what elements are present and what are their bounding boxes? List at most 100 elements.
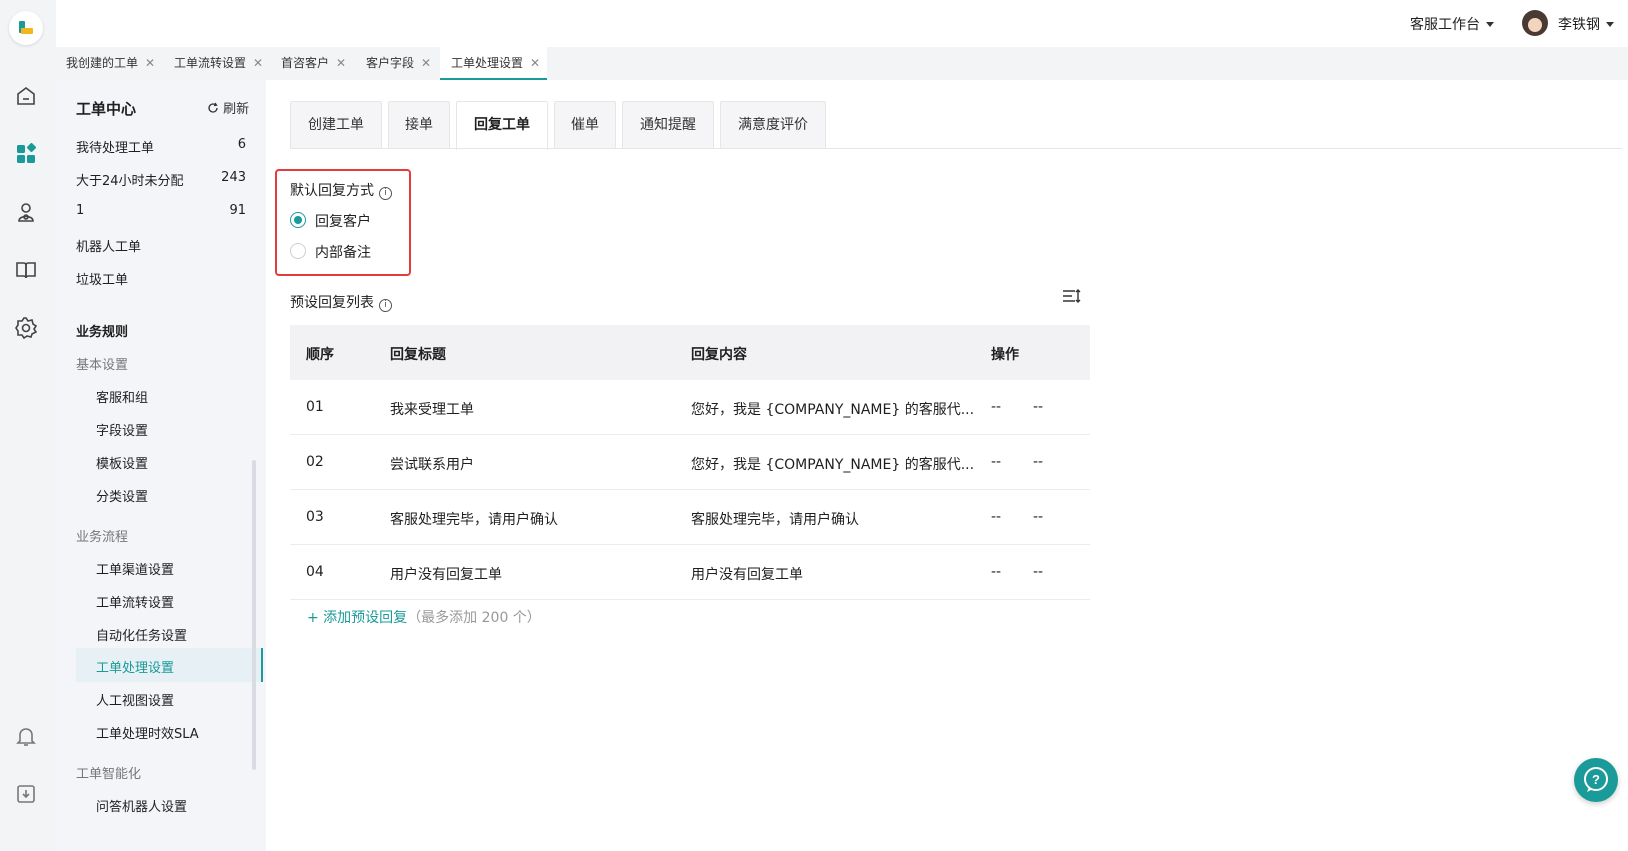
cell-title: 我来受理工单 [390,402,474,418]
radio-label: 回复客户 [315,214,371,230]
customer-icon[interactable] [14,200,38,224]
close-icon[interactable]: ✕ [336,56,346,70]
bell-icon[interactable] [14,724,38,748]
dashboard-icon[interactable] [14,142,38,166]
table-row[interactable]: 03 客服处理完毕，请用户确认 客服处理完毕，请用户确认 -- -- [290,490,1090,545]
info-icon[interactable]: i [379,299,392,312]
cell-content: 用户没有回复工单 [691,567,803,583]
chat-fab-button[interactable]: ? [1574,758,1618,802]
queue-label: 大于24小时未分配 [76,174,184,189]
radio-label: 内部备注 [315,245,371,261]
table-row[interactable]: 04 用户没有回复工单 用户没有回复工单 -- -- [290,545,1090,600]
cell-content: 您好，我是 {COMPANY_NAME} 的客服代... [691,457,975,473]
main-content: 创建工单 接单 回复工单 催单 通知提醒 满意度评价 默认回复方式 i 回复客户 … [266,80,1628,851]
sidebar-item[interactable]: 人工视图设置 [96,690,174,709]
queue-item[interactable]: 1 91 [76,203,246,218]
table-row[interactable]: 01 我来受理工单 您好，我是 {COMPANY_NAME} 的客服代... -… [290,380,1090,435]
action-edit[interactable]: -- [991,454,1001,470]
sidebar-item[interactable]: 自动化任务设置 [96,625,187,644]
icon-rail [0,0,56,851]
action-delete[interactable]: -- [1033,399,1043,415]
sidebar-item[interactable]: 字段设置 [96,420,148,439]
sidebar-item[interactable]: 工单流转设置 [96,592,174,611]
home-icon[interactable] [14,84,38,108]
tab-satisfaction[interactable]: 满意度评价 [720,101,826,149]
tab-divider [290,148,1622,149]
tab-reply[interactable]: 回复工单 [456,101,548,150]
tab-accept[interactable]: 接单 [388,101,450,149]
sidebar-item[interactable]: 客服和组 [96,387,148,406]
page-tab-active[interactable]: 工单处理设置 ✕ [440,47,547,80]
info-icon[interactable]: i [379,187,392,200]
queue-count: 91 [229,203,246,218]
close-icon[interactable]: ✕ [421,56,431,70]
queue-item[interactable]: 大于24小时未分配 243 [76,170,246,189]
refresh-label: 刷新 [223,102,250,117]
sidebar-item[interactable]: 分类设置 [96,486,148,505]
page-tab-label: 首咨客户 [281,56,330,70]
radio-reply-customer[interactable] [290,212,306,228]
logo-icon[interactable] [9,11,43,45]
queue-label: 我待处理工单 [76,141,155,156]
refresh-button[interactable]: 刷新 [207,98,249,117]
workspace-dropdown[interactable]: 客服工作台 [1410,14,1494,34]
book-icon[interactable] [14,258,38,282]
page-tab[interactable]: 我创建的工单 ✕ [66,47,155,80]
sidebar-scrollbar[interactable] [252,460,256,770]
page-tab-label: 客户字段 [366,56,415,70]
queue-item[interactable]: 我待处理工单 6 [76,137,246,156]
sidebar-item-active[interactable]: 工单处理设置 [96,657,174,676]
avatar[interactable] [1522,10,1548,36]
page-tab-label: 我创建的工单 [66,56,139,70]
tab-urge[interactable]: 催单 [554,101,616,149]
column-settings-icon[interactable] [1060,285,1082,307]
preset-list-label: 预设回复列表 i [290,292,392,312]
tab-create[interactable]: 创建工单 [290,101,382,149]
action-delete[interactable]: -- [1033,454,1043,470]
page-tab[interactable]: 首咨客户 ✕ [281,47,346,80]
add-preset-button[interactable]: + 添加预设回复（最多添加 200 个） [307,607,541,627]
queue-item[interactable]: 垃圾工单 [76,269,246,288]
group-flow[interactable]: 业务流程 [76,526,128,545]
sidebar: 工单中心 刷新 我待处理工单 6 大于24小时未分配 243 1 91 机器人工单 垃… [56,80,266,851]
cell-title: 客服处理完毕，请用户确认 [390,512,558,528]
close-icon[interactable]: ✕ [253,56,263,70]
page-tab[interactable]: 客户字段 ✕ [366,47,431,80]
sidebar-item[interactable]: 模板设置 [96,453,148,472]
action-delete[interactable]: -- [1033,509,1043,525]
radio-internal-note[interactable] [290,243,306,259]
add-preset-label: + 添加预设回复 [307,610,408,626]
close-icon[interactable]: ✕ [530,56,540,70]
cell-content: 客服处理完毕，请用户确认 [691,512,859,528]
close-icon[interactable]: ✕ [145,56,155,70]
sidebar-title: 工单中心 [76,100,137,118]
action-edit[interactable]: -- [991,399,1001,415]
group-intelligence[interactable]: 工单智能化 [76,763,141,782]
caret-down-icon [1486,22,1494,27]
action-edit[interactable]: -- [991,509,1001,525]
queue-item[interactable]: 机器人工单 [76,236,246,255]
default-reply-label: 默认回复方式 i [290,180,392,200]
cell-content: 您好，我是 {COMPANY_NAME} 的客服代... [691,402,975,418]
action-edit[interactable]: -- [991,564,1001,580]
refresh-icon [208,102,218,113]
download-icon[interactable] [14,782,38,806]
user-dropdown[interactable]: 李铁钢 [1558,14,1614,34]
rules-section-title: 业务规则 [76,325,129,340]
cell-order: 04 [306,564,324,580]
tab-notify[interactable]: 通知提醒 [622,101,714,149]
page-tab-label: 工单处理设置 [451,56,524,70]
group-basic[interactable]: 基本设置 [76,354,128,373]
queue-count: 243 [221,170,246,185]
action-delete[interactable]: -- [1033,564,1043,580]
sidebar-item[interactable]: 问答机器人设置 [96,796,187,815]
sidebar-item[interactable]: 工单渠道设置 [96,559,174,578]
page-tab[interactable]: 工单流转设置 ✕ [174,47,263,80]
page-tab-label: 工单流转设置 [174,56,247,70]
settings-icon[interactable] [14,316,38,340]
cell-order: 01 [306,399,324,415]
col-content: 回复内容 [691,347,747,363]
queue-label: 垃圾工单 [76,273,129,288]
table-row[interactable]: 02 尝试联系用户 您好，我是 {COMPANY_NAME} 的客服代... -… [290,435,1090,490]
sidebar-item[interactable]: 工单处理时效SLA [96,723,199,742]
